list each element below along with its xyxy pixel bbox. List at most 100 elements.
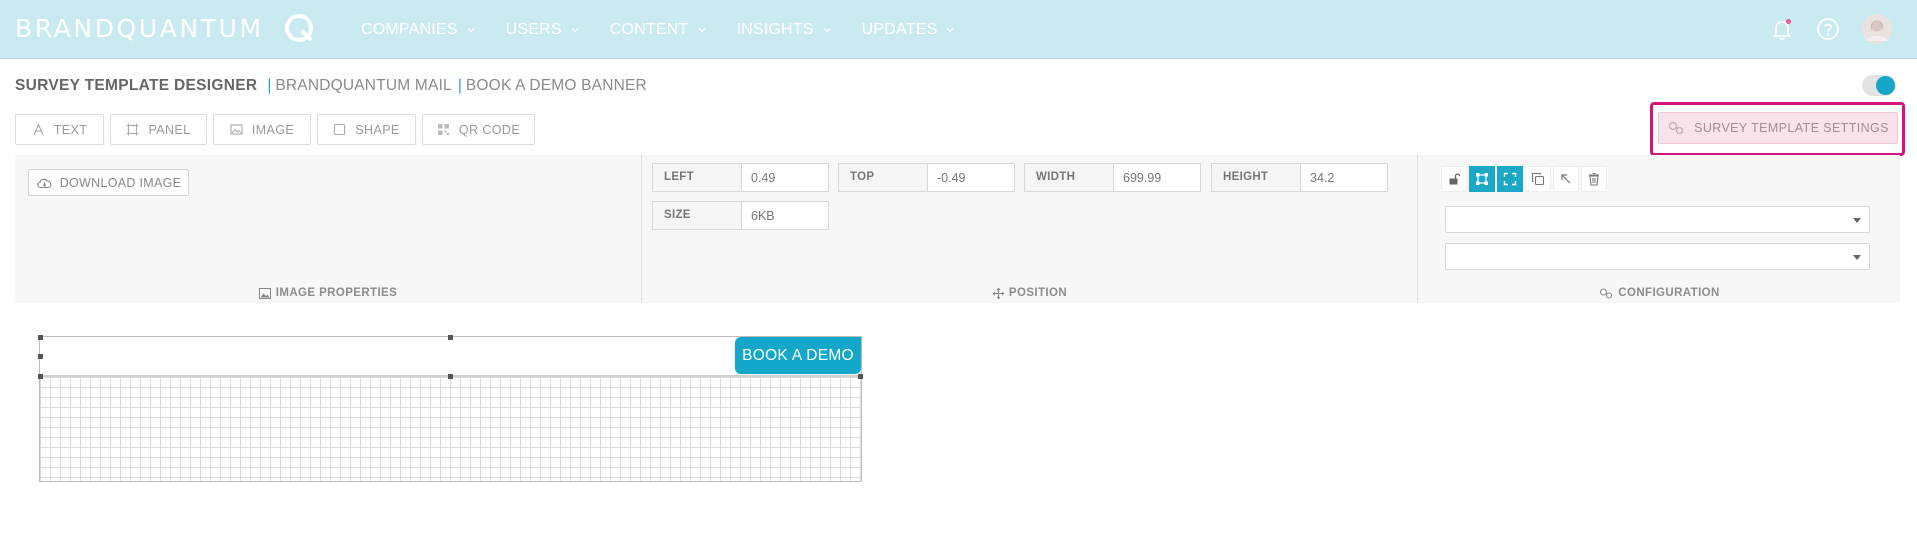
cloud-download-icon bbox=[36, 178, 52, 189]
gears-icon bbox=[1668, 121, 1684, 135]
duplicate-button[interactable] bbox=[1525, 166, 1551, 192]
nav-users[interactable]: USERS bbox=[506, 0, 580, 59]
panel-icon bbox=[126, 123, 139, 136]
move-icon bbox=[992, 287, 1004, 299]
resize-handle[interactable] bbox=[38, 335, 43, 340]
top-input[interactable]: -0.49 bbox=[928, 164, 1014, 191]
image-properties-label: IMAGE PROPERTIES bbox=[275, 287, 398, 299]
arrow-up-left-icon bbox=[1561, 174, 1571, 184]
height-input[interactable]: 34.2 bbox=[1301, 164, 1387, 191]
configuration-label: CONFIGURATION bbox=[1618, 287, 1720, 299]
image-properties-section: DOWNLOAD IMAGE IMAGE PROPERTIES bbox=[15, 155, 642, 303]
add-image-label: IMAGE bbox=[251, 122, 295, 137]
element-toolbar: TEXT PANEL IMAGE SHAPE QR CODE bbox=[15, 114, 541, 145]
nav-updates[interactable]: UPDATES bbox=[862, 0, 956, 59]
width-label: WIDTH bbox=[1025, 164, 1114, 191]
left-field: LEFT 0.49 bbox=[652, 163, 829, 192]
width-input[interactable]: 699.99 bbox=[1114, 164, 1200, 191]
add-panel-label: PANEL bbox=[148, 122, 191, 137]
resize-handle[interactable] bbox=[448, 335, 453, 340]
unlock-button[interactable] bbox=[1441, 166, 1467, 192]
size-label: SIZE bbox=[653, 202, 742, 229]
add-image-button[interactable]: IMAGE bbox=[213, 114, 311, 145]
selected-banner-element[interactable]: BOOK A DEMO bbox=[40, 337, 861, 376]
nav-content-label: CONTENT bbox=[609, 20, 689, 38]
user-avatar[interactable] bbox=[1862, 14, 1892, 44]
chevron-down-icon bbox=[571, 27, 579, 32]
nav-content[interactable]: CONTENT bbox=[610, 0, 707, 59]
vector-square-icon bbox=[1476, 173, 1488, 185]
survey-template-settings-label: SURVEY TEMPLATE SETTINGS bbox=[1694, 121, 1889, 135]
nav-users-label: USERS bbox=[505, 20, 562, 38]
add-text-button[interactable]: TEXT bbox=[15, 114, 104, 145]
configuration-title: CONFIGURATION bbox=[1419, 287, 1900, 299]
nav-insights[interactable]: INSIGHTS bbox=[737, 0, 832, 59]
height-label: HEIGHT bbox=[1212, 164, 1301, 191]
help-icon[interactable] bbox=[1814, 15, 1842, 43]
chevron-down-icon bbox=[947, 27, 954, 32]
nav-updates-label: UPDATES bbox=[861, 20, 938, 38]
transform-button[interactable] bbox=[1469, 166, 1495, 192]
add-shape-label: SHAPE bbox=[355, 122, 400, 137]
notification-bell-icon[interactable] bbox=[1768, 15, 1796, 43]
configuration-section: CONFIGURATION bbox=[1419, 155, 1900, 303]
breadcrumb-separator: | bbox=[457, 77, 462, 94]
design-canvas[interactable]: BOOK A DEMO bbox=[38, 335, 863, 482]
copy-icon bbox=[1531, 172, 1545, 186]
unlock-icon bbox=[1449, 173, 1461, 185]
resize-handle[interactable] bbox=[38, 374, 43, 379]
shape-icon bbox=[334, 123, 346, 136]
add-panel-button[interactable]: PANEL bbox=[110, 114, 207, 145]
download-image-button[interactable]: DOWNLOAD IMAGE bbox=[28, 169, 189, 196]
highlight-box: SURVEY TEMPLATE SETTINGS bbox=[1650, 102, 1905, 156]
nav-insights-label: INSIGHTS bbox=[736, 20, 814, 38]
left-input[interactable]: 0.49 bbox=[742, 164, 828, 191]
image-icon bbox=[230, 124, 243, 135]
resize-handle[interactable] bbox=[858, 374, 863, 379]
chevron-down-icon bbox=[823, 27, 831, 32]
survey-template-settings-button[interactable]: SURVEY TEMPLATE SETTINGS bbox=[1658, 112, 1898, 144]
delete-button[interactable] bbox=[1581, 166, 1607, 192]
chevron-down-icon bbox=[467, 27, 475, 32]
position-section: LEFT 0.49 TOP -0.49 WIDTH 699.99 HEIGHT … bbox=[643, 155, 1418, 303]
image-icon bbox=[258, 287, 271, 299]
size-field: SIZE 6KB bbox=[652, 201, 829, 230]
add-qr-code-button[interactable]: QR CODE bbox=[422, 114, 535, 145]
configuration-toolbar bbox=[1441, 166, 1609, 192]
download-image-label: DOWNLOAD IMAGE bbox=[59, 175, 182, 190]
size-value: 6KB bbox=[751, 209, 775, 223]
qr-code-icon bbox=[437, 124, 449, 135]
position-title: POSITION bbox=[643, 287, 1417, 299]
resize-handle[interactable] bbox=[448, 374, 453, 379]
expand-button[interactable] bbox=[1497, 166, 1523, 192]
page-title: SURVEY TEMPLATE DESIGNER bbox=[15, 77, 258, 94]
breadcrumb-item-mail[interactable]: BRANDQUANTUM MAIL bbox=[275, 77, 452, 94]
book-a-demo-button[interactable]: BOOK A DEMO bbox=[735, 337, 861, 374]
trash-icon bbox=[1589, 172, 1599, 186]
text-icon bbox=[33, 123, 44, 136]
brand-logo-icon[interactable] bbox=[283, 12, 315, 44]
view-toggle[interactable] bbox=[1862, 75, 1896, 96]
top-label: TOP bbox=[839, 164, 928, 191]
caret-down-icon bbox=[1853, 255, 1861, 260]
brand-logo-text[interactable]: BRANDQUANTUM bbox=[15, 14, 264, 43]
properties-panel: DOWNLOAD IMAGE IMAGE PROPERTIES LEFT 0.4… bbox=[15, 155, 1900, 303]
nav-companies[interactable]: COMPANIES bbox=[361, 0, 476, 59]
top-field: TOP -0.49 bbox=[838, 163, 1015, 192]
image-properties-title: IMAGE PROPERTIES bbox=[15, 287, 641, 299]
position-label: POSITION bbox=[1008, 287, 1068, 299]
canvas-grid bbox=[40, 376, 861, 481]
add-shape-button[interactable]: SHAPE bbox=[317, 114, 416, 145]
resize-handle[interactable] bbox=[38, 354, 43, 359]
toggle-knob bbox=[1876, 76, 1895, 95]
left-label: LEFT bbox=[653, 164, 742, 191]
configuration-select-2[interactable] bbox=[1445, 243, 1870, 270]
height-field: HEIGHT 34.2 bbox=[1211, 163, 1388, 192]
nav-companies-label: COMPANIES bbox=[361, 20, 458, 38]
bring-to-front-button[interactable] bbox=[1553, 166, 1579, 192]
breadcrumb: SURVEY TEMPLATE DESIGNER | BRANDQUANTUM MA… bbox=[15, 77, 647, 95]
add-qr-code-label: QR CODE bbox=[458, 122, 521, 137]
configuration-select-1[interactable] bbox=[1445, 206, 1870, 233]
top-navigation-bar: BRANDQUANTUM COMPANIES USERS CONTENT INS… bbox=[0, 0, 1917, 59]
expand-icon bbox=[1503, 172, 1517, 186]
